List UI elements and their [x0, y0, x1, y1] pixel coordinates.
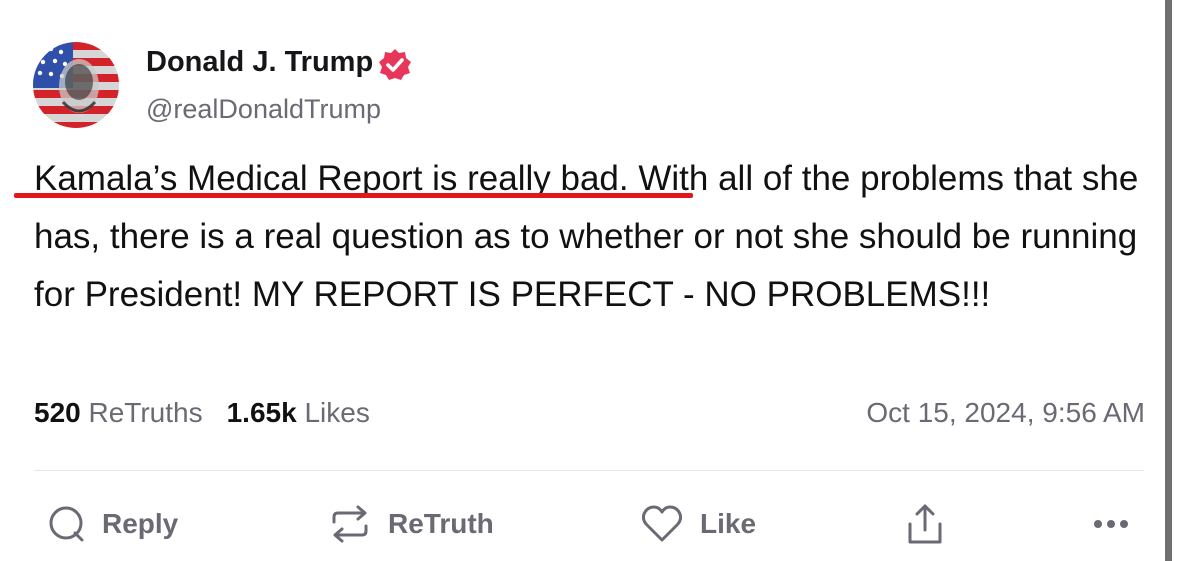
post-text: Kamala’s Medical Report is really bad. W… [34, 150, 1144, 324]
reply-label: Reply [102, 508, 179, 539]
retruth-label: ReTruth [388, 508, 494, 539]
like-icon [641, 505, 683, 542]
retruths-stat[interactable]: 520 ReTruths [34, 397, 203, 428]
divider [34, 470, 1144, 471]
post-stats: 520 ReTruths 1.65k Likes [34, 397, 370, 429]
like-label: Like [700, 508, 757, 539]
red-underline-annotation [14, 193, 693, 198]
likes-count: 1.65k [226, 397, 297, 428]
likes-stat[interactable]: 1.65k Likes [227, 397, 370, 428]
author-name[interactable]: Donald J. Trump [146, 46, 373, 79]
retruth-button[interactable]: ReTruth [328, 500, 494, 548]
verified-badge-icon [379, 49, 411, 80]
share-icon [908, 504, 942, 544]
post-timestamp[interactable]: Oct 15, 2024, 9:56 AM [866, 397, 1145, 429]
like-button[interactable]: Like [640, 500, 756, 548]
likes-label: Likes [304, 397, 370, 428]
more-options-button[interactable] [1090, 500, 1134, 548]
author-handle[interactable]: @realDonaldTrump [146, 94, 381, 125]
share-button[interactable] [905, 500, 945, 548]
reply-icon [49, 506, 84, 542]
avatar[interactable] [33, 42, 119, 128]
retruth-icon [332, 505, 368, 543]
window-edge [1165, 0, 1179, 561]
avatar-image [33, 42, 119, 128]
reply-button[interactable]: Reply [46, 500, 178, 548]
retruths-count: 520 [34, 397, 81, 428]
more-icon [1094, 520, 1128, 528]
retruths-label: ReTruths [88, 397, 203, 428]
